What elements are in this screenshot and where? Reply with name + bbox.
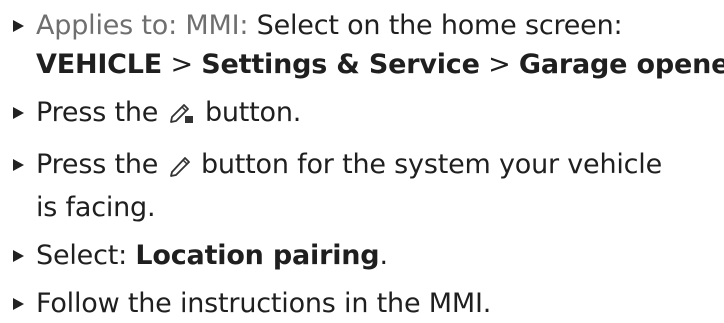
step-line: Press the button for the system your veh…	[36, 145, 718, 188]
bullet-arrow-icon	[13, 298, 24, 310]
menu-path-settings-service: Settings & Service	[201, 49, 480, 80]
menu-path-separator: >	[488, 49, 511, 80]
bullet-arrow-icon	[13, 20, 24, 32]
period: .	[379, 240, 388, 271]
menu-path-separator: >	[170, 49, 193, 80]
step-text-after: button.	[204, 97, 302, 128]
pencil-icon	[168, 149, 192, 188]
step-text: Follow the instructions in the MMI.	[36, 288, 492, 319]
instruction-step-applies-to: Applies to: MMI: Select on the home scre…	[12, 6, 724, 84]
instruction-step-follow: Follow the instructions in the MMI.	[12, 284, 718, 323]
step-text-before: Press the	[36, 149, 159, 180]
pencil-square-icon	[168, 97, 196, 136]
instruction-step-select: Select: Location pairing.	[12, 236, 718, 275]
instruction-list: Applies to: MMI: Select on the home scre…	[12, 6, 724, 323]
instruction-step-press-pencil: Press the button for the system your veh…	[12, 145, 718, 227]
menu-path: VEHICLE > Settings & Service > Garage op…	[36, 45, 724, 84]
applies-to-prefix: Applies to: MMI:	[36, 10, 249, 41]
step-text-before: Select:	[36, 240, 127, 271]
menu-path-garage-opener: Garage opener	[518, 49, 724, 80]
bullet-arrow-icon	[13, 159, 24, 171]
instruction-step-press-edit: Press the button.	[12, 93, 718, 136]
step-line: Applies to: MMI: Select on the home scre…	[36, 6, 718, 45]
step-text-before: Press the	[36, 97, 159, 128]
bullet-arrow-icon	[13, 250, 24, 262]
step-text-continued: is facing.	[36, 192, 156, 223]
bullet-arrow-icon	[13, 107, 24, 119]
step-text-after: button for the system your vehicle	[200, 149, 663, 180]
step-text: Select on the home screen:	[256, 10, 623, 41]
menu-path-vehicle: VEHICLE	[36, 49, 163, 80]
step-line-continued: is facing.	[36, 188, 718, 227]
location-pairing-label: Location pairing	[135, 240, 380, 271]
